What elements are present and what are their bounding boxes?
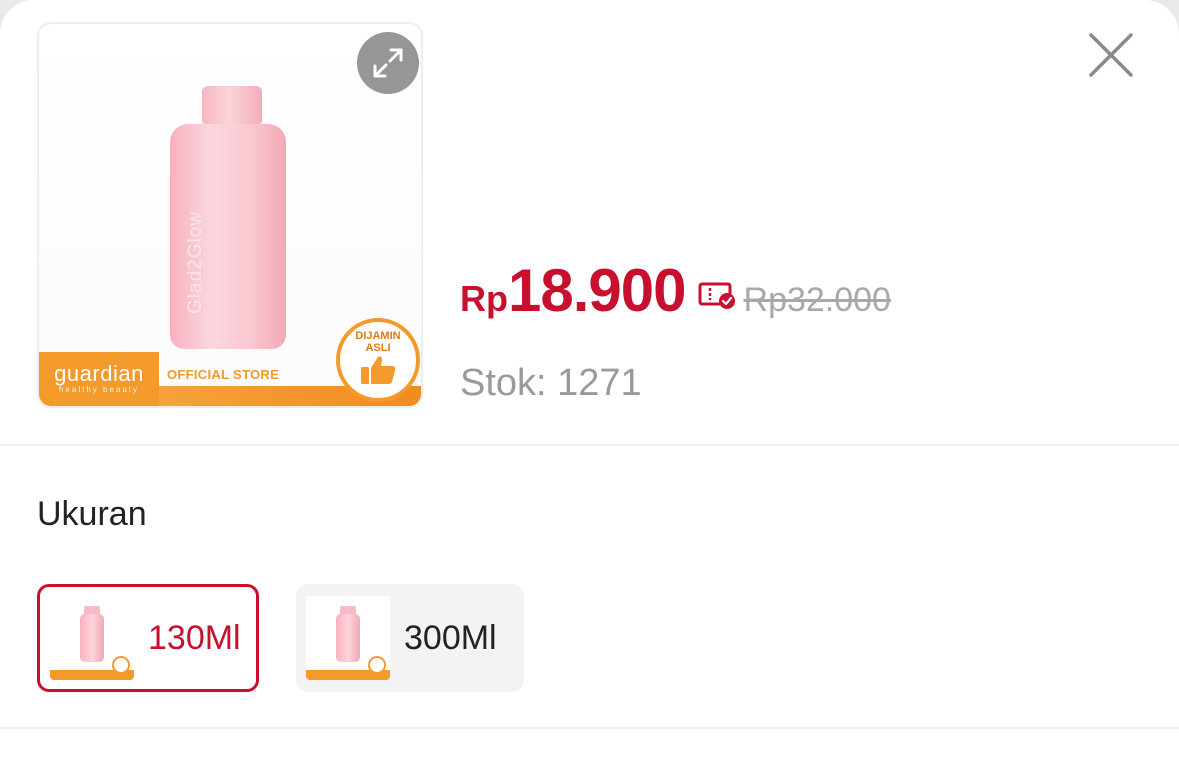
variant-label: 300Ml	[404, 618, 497, 657]
variant-option-130ml[interactable]: 130Ml	[37, 584, 259, 692]
voucher-check-icon	[698, 282, 735, 309]
brand-logo: guardian healthy beauty	[39, 352, 159, 406]
badge-line1: DIJAMIN	[355, 330, 401, 342]
expand-image-button[interactable]	[357, 32, 419, 94]
variant-section-title: Ukuran	[37, 495, 147, 533]
price-currency: Rp	[460, 278, 508, 319]
price-row: Rp 18.900 Rp32.000	[460, 256, 891, 326]
original-price: Rp32.000	[743, 281, 891, 319]
expand-icon	[373, 48, 403, 78]
thumb-badge	[112, 656, 130, 674]
badge-line2: ASLI	[365, 342, 391, 354]
thumb-bottle	[80, 614, 104, 662]
bottle-brand-text: Glad2Glow	[185, 211, 206, 314]
divider	[0, 727, 1179, 729]
official-store-label: OFFICIAL STORE	[167, 367, 280, 382]
thumb-badge	[368, 656, 386, 674]
variant-option-300ml[interactable]: 300Ml	[296, 584, 524, 692]
variant-thumbnail	[306, 596, 390, 680]
product-image[interactable]: Glad2Glow guardian healthy beauty OFFICI…	[37, 22, 423, 408]
close-button[interactable]	[1084, 28, 1138, 82]
thumbs-up-icon	[361, 356, 396, 384]
authentic-badge: DIJAMIN ASLI	[336, 318, 420, 402]
bottle-cap	[202, 86, 262, 124]
brand-name: guardian	[54, 361, 144, 386]
thumb-bottle	[336, 614, 360, 662]
variant-thumbnail	[50, 596, 134, 680]
close-icon	[1089, 33, 1133, 77]
brand-tagline: healthy beauty	[58, 385, 140, 394]
variant-label: 130Ml	[148, 618, 241, 657]
divider	[0, 444, 1179, 446]
stock-count: Stok: 1271	[460, 362, 642, 404]
variant-sheet: Glad2Glow guardian healthy beauty OFFICI…	[0, 0, 1179, 777]
price-amount: 18.900	[508, 257, 687, 324]
